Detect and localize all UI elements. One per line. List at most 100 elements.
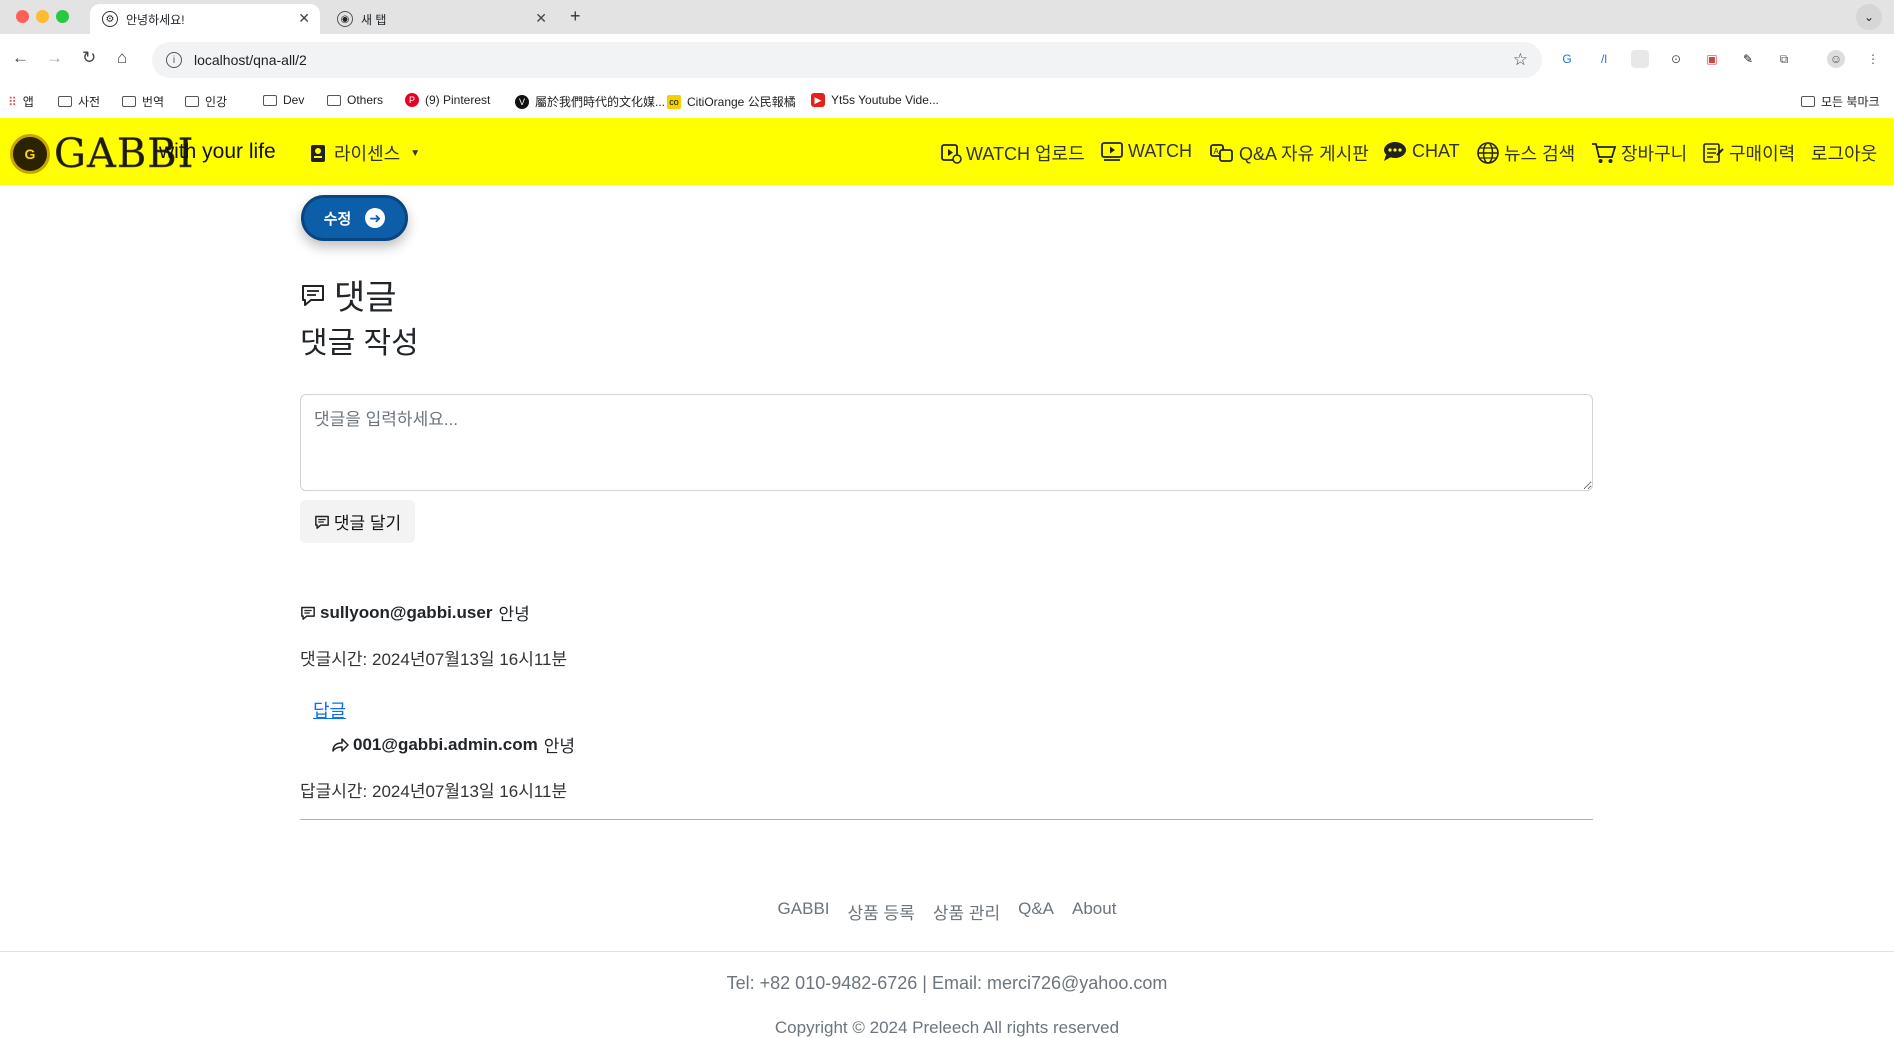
- home-icon[interactable]: ⌂: [117, 48, 127, 68]
- nav-label: 뉴스 검색: [1504, 144, 1576, 164]
- folder-icon: [58, 96, 72, 107]
- bookmark-apps[interactable]: ⠿ 앱: [8, 93, 34, 110]
- edit-button-label: 수정: [323, 210, 352, 228]
- logo-badge-icon: G: [10, 134, 50, 174]
- folder-icon: [185, 96, 199, 107]
- submit-comment-button[interactable]: 댓글 달기: [300, 500, 415, 543]
- browser-menu-icon[interactable]: ⋮: [1864, 50, 1882, 68]
- footer-link-gabbi[interactable]: GABBI: [778, 899, 830, 924]
- browser-tab-active[interactable]: ⚙ 안녕하세요! ✕: [90, 4, 320, 34]
- bookmark-folder-dev[interactable]: Dev: [263, 93, 304, 107]
- chat-bubble-icon: [1384, 142, 1406, 161]
- bookmark-citiorange[interactable]: co CitiOrange 公民報橘: [667, 93, 796, 110]
- footer-copyright: Copyright © 2024 Preleech All rights res…: [774, 1018, 1120, 1037]
- bookmark-folder-lectures[interactable]: 인강: [185, 93, 227, 110]
- citiorange-icon: co: [667, 94, 681, 109]
- nav-label: Q&A 자유 게시판: [1239, 144, 1369, 164]
- comment-author: sullyoon@gabbi.user: [320, 602, 493, 622]
- footer-link-product-register[interactable]: 상품 등록: [848, 899, 915, 924]
- close-window-button[interactable]: [16, 10, 29, 23]
- close-tab-icon[interactable]: ✕: [298, 10, 310, 27]
- url-text: localhost/qna-all/2: [194, 52, 307, 68]
- bookmark-pinterest[interactable]: P (9) Pinterest: [405, 93, 490, 107]
- extension-icon[interactable]: [1631, 50, 1649, 68]
- eyedropper-extension-icon[interactable]: ✎: [1739, 50, 1757, 68]
- comment-icon: [301, 606, 315, 620]
- nav-cart[interactable]: 장바구니: [1591, 140, 1687, 166]
- comment-divider: [300, 819, 1593, 820]
- bookmark-label: 屬於我們時代的文化媒...: [535, 95, 666, 109]
- video-play-icon: [1101, 142, 1123, 161]
- bookmark-label: CitiOrange 公民報橘: [687, 95, 796, 109]
- code-extension-icon[interactable]: ⊙: [1667, 50, 1685, 68]
- footer-link-about[interactable]: About: [1072, 899, 1116, 924]
- nav-chat[interactable]: CHAT: [1382, 140, 1460, 162]
- svg-text:A: A: [1214, 147, 1220, 156]
- minimize-window-button[interactable]: [36, 10, 49, 23]
- video-upload-icon: [941, 144, 962, 164]
- reply-link[interactable]: 답글: [313, 697, 346, 723]
- bookmark-folder-dictionary[interactable]: 사전: [58, 93, 100, 110]
- edit-button[interactable]: 수정 ➜: [301, 195, 408, 241]
- comments-title-text: 댓글: [334, 279, 397, 317]
- browser-tab-new[interactable]: ◉ 새 탭 ✕: [325, 4, 557, 34]
- maximize-window-button[interactable]: [56, 10, 69, 23]
- bookmark-all[interactable]: 모든 북마크: [1801, 93, 1880, 110]
- comment-header: sullyoon@gabbi.user 안녕: [300, 600, 530, 625]
- nav-watch[interactable]: WATCH: [1100, 140, 1192, 162]
- nav-purchase-history[interactable]: 구매이력: [1701, 140, 1795, 166]
- translate-chat-icon: A: [1210, 144, 1233, 162]
- profile-avatar[interactable]: ☺: [1827, 50, 1845, 68]
- nav-logout[interactable]: 로그아웃: [1811, 140, 1877, 166]
- folder-icon: [263, 94, 277, 106]
- nav-qna-board[interactable]: A Q&A 자유 게시판: [1209, 140, 1369, 166]
- nav-label: WATCH 업로드: [966, 144, 1085, 164]
- back-icon[interactable]: ←: [12, 48, 29, 68]
- comment-text: 안녕: [498, 605, 530, 624]
- new-tab-icon[interactable]: +: [570, 6, 581, 27]
- site-info-icon[interactable]: i: [166, 52, 182, 68]
- pinterest-icon: P: [405, 93, 419, 107]
- nav-label: 로그아웃: [1811, 144, 1878, 164]
- nav-watch-upload[interactable]: WATCH 업로드: [940, 140, 1085, 166]
- bookmark-folder-others[interactable]: Others: [327, 93, 383, 107]
- chrome-icon: ◉: [337, 11, 353, 27]
- license-icon: [311, 145, 325, 162]
- bookmark-yt5s[interactable]: ▶ Yt5s Youtube Vide...: [811, 93, 939, 107]
- bookmark-folder-translate[interactable]: 번역: [122, 93, 164, 110]
- footer-contact: Tel: +82 010-9482-6726 | Email: merci726…: [726, 973, 1168, 993]
- bookmark-label: Dev: [283, 93, 305, 107]
- close-tab-icon[interactable]: ✕: [535, 10, 547, 27]
- translate-extension-icon[interactable]: G: [1558, 50, 1576, 68]
- footer-link-product-manage[interactable]: 상품 관리: [933, 899, 1000, 924]
- forward-icon[interactable]: →: [46, 48, 63, 68]
- reply-header: 001@gabbi.admin.com 안녕: [331, 732, 575, 757]
- browser-tab-bar: ⚙ 안녕하세요! ✕ ◉ 새 탭 ✕ + ⌄: [0, 0, 1894, 34]
- nav-label: CHAT: [1412, 140, 1460, 161]
- nav-news-search[interactable]: 뉴스 검색: [1476, 140, 1575, 166]
- screenshot-extension-icon[interactable]: ▣: [1703, 50, 1721, 68]
- bookmark-star-icon[interactable]: ☆: [1513, 50, 1528, 70]
- reload-icon[interactable]: ↻: [82, 48, 96, 68]
- youtube-icon: ▶: [811, 93, 825, 107]
- bookmark-label: 사전: [78, 95, 101, 109]
- footer-link-qna[interactable]: Q&A: [1018, 899, 1054, 924]
- reply-text: 안녕: [543, 737, 576, 756]
- bookmark-label: 앱: [22, 95, 34, 109]
- nav-label: 구매이력: [1729, 144, 1796, 164]
- comment-input[interactable]: [300, 394, 1593, 491]
- folder-icon: [327, 94, 341, 106]
- write-comment-heading: 댓글 작성: [300, 327, 419, 360]
- address-bar[interactable]: i localhost/qna-all/2 ☆: [152, 42, 1542, 78]
- extensions-puzzle-icon[interactable]: ⧉: [1775, 50, 1793, 68]
- bookmark-culture-media[interactable]: V 屬於我們時代的文化媒...: [515, 93, 665, 110]
- apps-grid-icon: ⠿: [8, 94, 17, 109]
- tagline: with your life: [159, 140, 276, 163]
- analytics-extension-icon[interactable]: /l: [1595, 50, 1613, 68]
- tab-search-icon[interactable]: ⌄: [1856, 4, 1882, 30]
- site-navbar: G GABBI with your life 라이센스 ▼ WATCH 업로드 …: [0, 118, 1894, 185]
- license-dropdown[interactable]: 라이센스 ▼: [308, 140, 420, 166]
- folder-icon: [122, 96, 136, 107]
- v-logo-icon: V: [515, 94, 529, 109]
- submit-comment-label: 댓글 달기: [333, 514, 402, 533]
